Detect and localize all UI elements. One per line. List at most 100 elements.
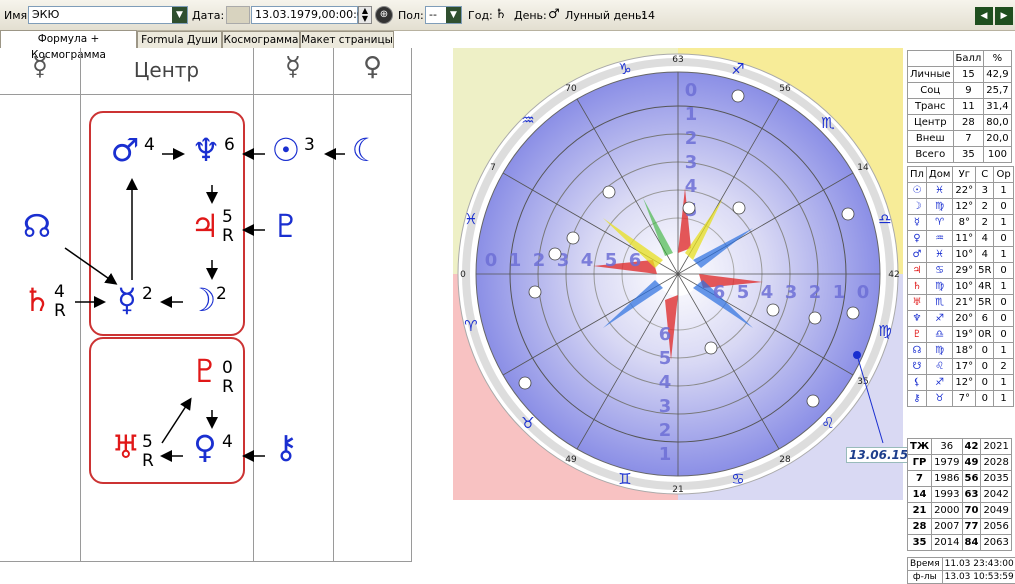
table-cell: ♒ (926, 231, 952, 247)
table-cell: 5R (976, 263, 994, 279)
table-cell: 11 (953, 99, 984, 115)
table-row[interactable]: ☋♌17°02 (908, 359, 1014, 375)
table-cell: 0 (976, 375, 994, 391)
table-row[interactable]: ♆♐20°60 (908, 311, 1014, 327)
next-arrow-icon[interactable]: ▶ (995, 7, 1013, 25)
table-cell: 56 (962, 471, 981, 487)
table-cell: 1993 (932, 487, 962, 503)
prev-arrow-icon[interactable]: ◀ (975, 7, 993, 25)
table-cell: ♐ (926, 311, 952, 327)
table-cell: 1 (994, 391, 1013, 407)
table-cell: 25,7 (984, 83, 1011, 99)
mercury-icon: ☿ (112, 284, 142, 316)
table-row: Личные1542,9 (908, 67, 1012, 83)
table-row[interactable]: ☊♍18°01 (908, 343, 1014, 359)
table-cell: 4R (976, 279, 994, 295)
sex-select[interactable]: -- ▼ (425, 6, 462, 24)
table-row[interactable]: ♅♏21°5R0 (908, 295, 1014, 311)
capricorn-icon: ♑ (618, 60, 631, 78)
proserpine-icon: ♇ (270, 210, 302, 242)
table-cell: Транс (908, 99, 954, 115)
table-cell: ♈ (926, 215, 952, 231)
neptune-icon: ♆ (908, 311, 927, 327)
date-picker-button[interactable] (226, 6, 250, 24)
table-cell: 100 (984, 147, 1011, 163)
table-cell: ♓ (926, 247, 952, 263)
table-row: ф-лы13.03 10:53:59 (908, 571, 1015, 584)
date-input[interactable]: 13.03.1979,00:00:01 (251, 6, 358, 24)
chevron-down-icon[interactable]: ▼ (172, 7, 187, 23)
table-header (908, 51, 954, 67)
table-cell: ♌ (926, 359, 952, 375)
table-row[interactable]: ⚷♉7°01 (908, 391, 1014, 407)
tab-cosmogram[interactable]: Космограмма (222, 31, 300, 48)
table-cell: 15 (953, 67, 984, 83)
cosmogram-chart[interactable]: 63 56 70 7 42 14 35 21 28 49 0 ♑ ♐ ♒ ♏ ♓… (453, 48, 903, 500)
table-row[interactable]: ☿♈8°21 (908, 215, 1014, 231)
tab-formula-soul[interactable]: Formula Души (137, 31, 222, 48)
table-cell: 2000 (932, 503, 962, 519)
tab-formula-cosmogram[interactable]: Формула + Космограмма (0, 30, 137, 48)
chevron-down-icon[interactable]: ▼ (446, 7, 461, 23)
table-cell: 12° (953, 375, 976, 391)
table-row[interactable]: ☽♍12°20 (908, 199, 1014, 215)
table-row: ТЖ36422021 (908, 439, 1012, 455)
saturn-count: 4 (54, 283, 65, 301)
table-cell: ♍ (926, 343, 952, 359)
table-cell: 1 (994, 375, 1013, 391)
pluto-icon: ♇ (908, 327, 927, 343)
globe-icon[interactable]: ⊕ (375, 6, 393, 24)
jupiter-retro: R (222, 227, 234, 245)
table-cell: ♋ (926, 263, 952, 279)
table-row: 282007772056 (908, 519, 1012, 535)
table-row: Всего35100 (908, 147, 1012, 163)
table-cell: 2007 (932, 519, 962, 535)
planet-table: Пл Дом Уг С Ор ☉♓22°31 ☽♍12°20 ☿♈8°21 ♀♒… (907, 166, 1014, 407)
table-cell: 1 (994, 215, 1013, 231)
table-row: 352014842063 (908, 535, 1012, 551)
table-cell: 35 (953, 147, 984, 163)
jupiter-icon: ♃ (908, 263, 927, 279)
table-row[interactable]: ♇♎19°0R0 (908, 327, 1014, 343)
table-cell: 2028 (981, 455, 1011, 471)
table-cell: 13.03 10:53:59 (942, 571, 1015, 584)
table-row: ГР1979492028 (908, 455, 1012, 471)
table-cell: 29° (953, 263, 976, 279)
sex-value: -- (429, 8, 437, 21)
table-row: 212000702049 (908, 503, 1012, 519)
table-cell: Внеш (908, 131, 954, 147)
table-row[interactable]: ♀♒11°40 (908, 231, 1014, 247)
table-row[interactable]: ♄♍10°4R1 (908, 279, 1014, 295)
table-row[interactable]: ♂♓10°41 (908, 247, 1014, 263)
table-row[interactable]: ☉♓22°31 (908, 183, 1014, 199)
table-cell: 35 (908, 535, 932, 551)
table-row[interactable]: ♃♋29°5R0 (908, 263, 1014, 279)
house-number: 7 (490, 163, 496, 173)
name-select[interactable]: ЭКЮ ▼ (28, 6, 188, 24)
transit-date-label: 13.06.15 (846, 447, 911, 463)
date-spinner[interactable]: ▲▼ (358, 6, 372, 24)
table-cell: ТЖ (908, 439, 932, 455)
name-label: Имя: (4, 9, 31, 22)
table-cell: 3 (976, 183, 994, 199)
mars-icon: ♂ (548, 7, 560, 22)
table-cell: 28 (953, 115, 984, 131)
house-number: 35 (857, 377, 868, 387)
tab-page-layout[interactable]: Макет страницы (300, 31, 394, 48)
chiron-icon: ⚷ (270, 431, 302, 463)
table-header-row: Балл % (908, 51, 1012, 67)
svg-text:2: 2 (685, 128, 698, 149)
table-cell: Время (908, 558, 943, 571)
cosmogram-svg: 63 56 70 7 42 14 35 21 28 49 0 ♑ ♐ ♒ ♏ ♓… (453, 48, 903, 500)
table-cell: 36 (932, 439, 962, 455)
lunar-day-value: 14 (641, 9, 655, 22)
sagittarius-icon: ♐ (731, 60, 744, 78)
table-cell: 0 (976, 391, 994, 407)
table-cell: 14 (908, 487, 932, 503)
table-row[interactable]: ⚸♐12°01 (908, 375, 1014, 391)
table-cell: 12° (953, 199, 976, 215)
table-cell: Соц (908, 83, 954, 99)
table-cell: 20° (953, 311, 976, 327)
table-cell: 1 (994, 183, 1013, 199)
house-number: 14 (857, 163, 869, 173)
